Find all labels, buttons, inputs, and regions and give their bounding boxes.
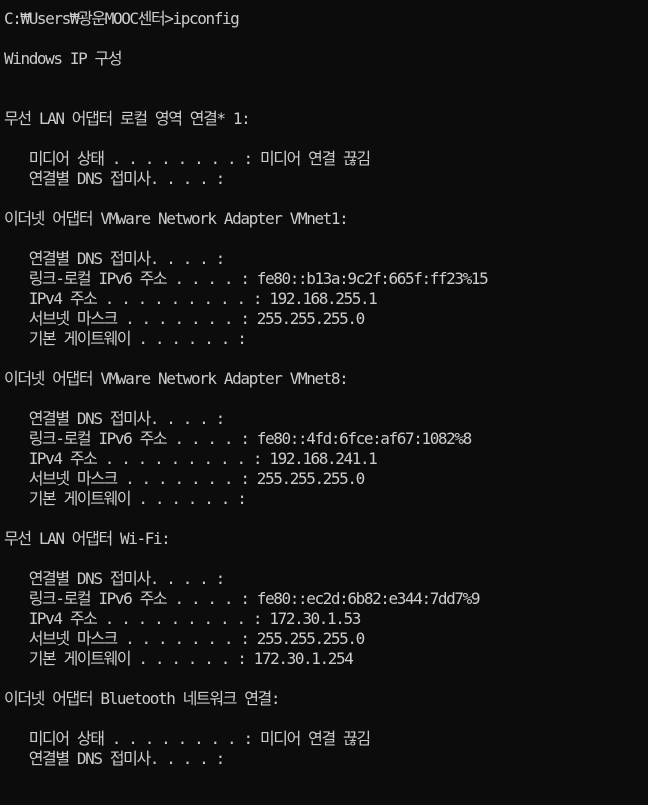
console-line: 링크-로컬 IPv6 주소 . . . . : fe80::ec2d:6b82:… xyxy=(4,589,481,608)
console-line: 연결별 DNS 접미사. . . . : xyxy=(4,249,226,268)
console-line: 연결별 DNS 접미사. . . . : xyxy=(4,569,226,588)
console-line: 서브넷 마스크 . . . . . . . : 255.255.255.0 xyxy=(4,469,366,488)
console-line: 기본 게이트웨이 . . . . . . : xyxy=(4,329,247,348)
console-line: 이더넷 어댑터 VMware Network Adapter VMnet8: xyxy=(4,369,349,388)
console-line: 무선 LAN 어댑터 Wi-Fi: xyxy=(4,529,171,548)
console-line: 기본 게이트웨이 . . . . . . : xyxy=(4,489,247,508)
console-line: 서브넷 마스크 . . . . . . . : 255.255.255.0 xyxy=(4,629,366,648)
console-line: 이더넷 어댑터 Bluetooth 네트워크 연결: xyxy=(4,689,281,708)
console-line: 링크-로컬 IPv6 주소 . . . . : fe80::b13a:9c2f:… xyxy=(4,269,489,288)
console-line: Windows IP 구성 xyxy=(4,49,123,68)
console-line: 링크-로컬 IPv6 주소 . . . . : fe80::4fd:6fce:a… xyxy=(4,429,473,448)
console-line: 연결별 DNS 접미사. . . . : xyxy=(4,169,226,188)
console-output: C:₩Users₩광운MOOC센터>ipconfig Windows IP 구성… xyxy=(0,0,648,769)
console-window[interactable]: C:₩Users₩광운MOOC센터>ipconfig Windows IP 구성… xyxy=(0,0,648,805)
console-line: 기본 게이트웨이 . . . . . . : 172.30.1.254 xyxy=(4,649,354,668)
console-line: 이더넷 어댑터 VMware Network Adapter VMnet1: xyxy=(4,209,349,228)
console-line: 미디어 상태 . . . . . . . . : 미디어 연결 끊김 xyxy=(4,149,371,168)
console-line: 미디어 상태 . . . . . . . . : 미디어 연결 끊김 xyxy=(4,729,371,748)
console-line: 무선 LAN 어댑터 로컬 영역 연결* 1: xyxy=(4,109,251,128)
console-line: IPv4 주소 . . . . . . . . . : 172.30.1.53 xyxy=(4,609,362,628)
console-line: IPv4 주소 . . . . . . . . . : 192.168.255.… xyxy=(4,289,378,308)
console-line: 연결별 DNS 접미사. . . . : xyxy=(4,749,226,768)
console-line: 연결별 DNS 접미사. . . . : xyxy=(4,409,226,428)
console-line: C:₩Users₩광운MOOC센터>ipconfig xyxy=(4,9,240,28)
console-line: 서브넷 마스크 . . . . . . . : 255.255.255.0 xyxy=(4,309,366,328)
console-line: IPv4 주소 . . . . . . . . . : 192.168.241.… xyxy=(4,449,378,468)
